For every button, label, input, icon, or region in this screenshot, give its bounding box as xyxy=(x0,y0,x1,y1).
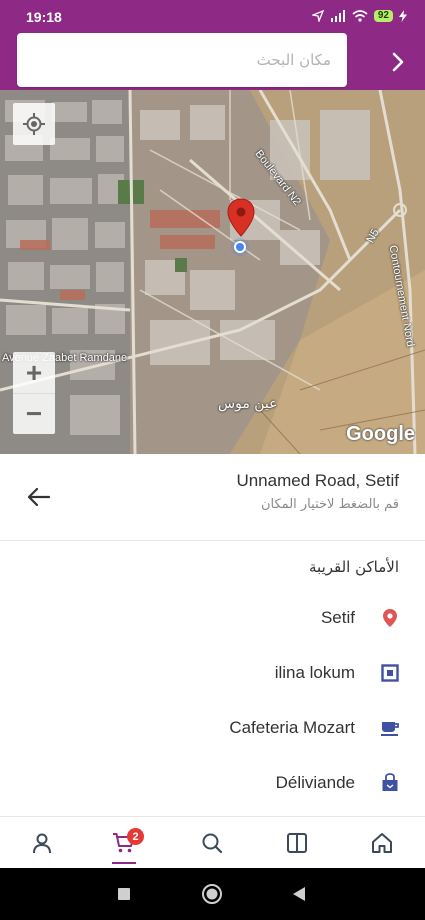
location-pin-marker[interactable] xyxy=(226,198,256,238)
place-name: Setif xyxy=(320,608,355,627)
book-open-icon xyxy=(287,833,307,853)
active-tab-indicator xyxy=(112,862,136,864)
home-system-button[interactable] xyxy=(200,882,224,906)
arrow-left-icon xyxy=(28,488,50,506)
nav-home[interactable] xyxy=(352,817,412,869)
triangle-back-icon xyxy=(293,887,305,901)
map-satellite-imagery xyxy=(0,90,425,454)
address-hint: قم بالضغط لاختيار المكان xyxy=(261,497,399,512)
location-pin-icon xyxy=(378,606,402,630)
address-title: Unnamed Road, Setif xyxy=(236,471,399,490)
system-navigation-bar xyxy=(0,868,425,920)
search-icon xyxy=(202,833,223,854)
current-location-dot xyxy=(231,238,249,256)
search-box[interactable] xyxy=(17,33,347,87)
zoom-in-button[interactable]: + xyxy=(13,352,55,393)
place-name: Déliviande xyxy=(275,773,355,792)
selected-address-row[interactable]: Unnamed Road, Setif قم بالضغط لاختيار ال… xyxy=(0,454,425,541)
bottom-navigation: 2 xyxy=(0,816,425,868)
app-header: 19:18 92 xyxy=(0,0,425,90)
place-name: Cafeteria Mozart xyxy=(229,718,355,737)
circle-icon xyxy=(202,884,222,904)
coffee-cup-icon xyxy=(378,716,402,740)
chevron-right-icon xyxy=(392,52,404,72)
back-button[interactable] xyxy=(24,482,54,512)
nav-profile[interactable] xyxy=(12,817,72,869)
nav-categories[interactable] xyxy=(267,817,327,869)
nearby-place-item[interactable]: Setif xyxy=(0,592,425,646)
map-label-district: عين موس xyxy=(218,396,278,412)
battery-indicator: 92 xyxy=(373,10,393,22)
google-attribution: Google xyxy=(346,423,415,445)
status-icons: 92 xyxy=(311,10,407,22)
my-location-button[interactable] xyxy=(13,103,55,145)
signal-icon xyxy=(330,10,345,22)
home-icon xyxy=(372,833,392,853)
square-store-icon xyxy=(378,661,402,685)
charging-icon xyxy=(399,10,407,22)
search-input[interactable] xyxy=(17,33,347,87)
cart-count-badge: 2 xyxy=(127,828,144,845)
forward-button[interactable] xyxy=(380,44,416,80)
status-bar: 19:18 92 xyxy=(0,0,425,34)
status-time: 19:18 xyxy=(26,9,62,25)
nav-search[interactable] xyxy=(182,817,242,869)
wifi-icon xyxy=(352,10,368,22)
zoom-out-button[interactable]: − xyxy=(13,393,55,434)
recent-apps-button[interactable] xyxy=(112,882,136,906)
nearby-place-item[interactable]: Cafeteria Mozart xyxy=(0,702,425,756)
square-icon xyxy=(118,888,130,900)
place-name: ilina lokum xyxy=(274,663,355,682)
shopping-bag-icon xyxy=(378,771,402,795)
nearby-places-heading: الأماكن القريبة xyxy=(309,558,399,576)
nearby-place-item[interactable]: Déliviande xyxy=(0,757,425,811)
back-system-button[interactable] xyxy=(287,882,311,906)
user-icon xyxy=(33,833,51,854)
nav-cart[interactable]: 2 xyxy=(94,817,154,869)
location-arrow-icon xyxy=(311,10,324,22)
nearby-place-item[interactable]: ilina lokum xyxy=(0,647,425,701)
zoom-controls: + − xyxy=(13,352,55,434)
map-view[interactable]: Avenue Zaabet Ramdane Boulevard N2 N5 Co… xyxy=(0,90,425,454)
crosshair-icon xyxy=(23,113,45,135)
